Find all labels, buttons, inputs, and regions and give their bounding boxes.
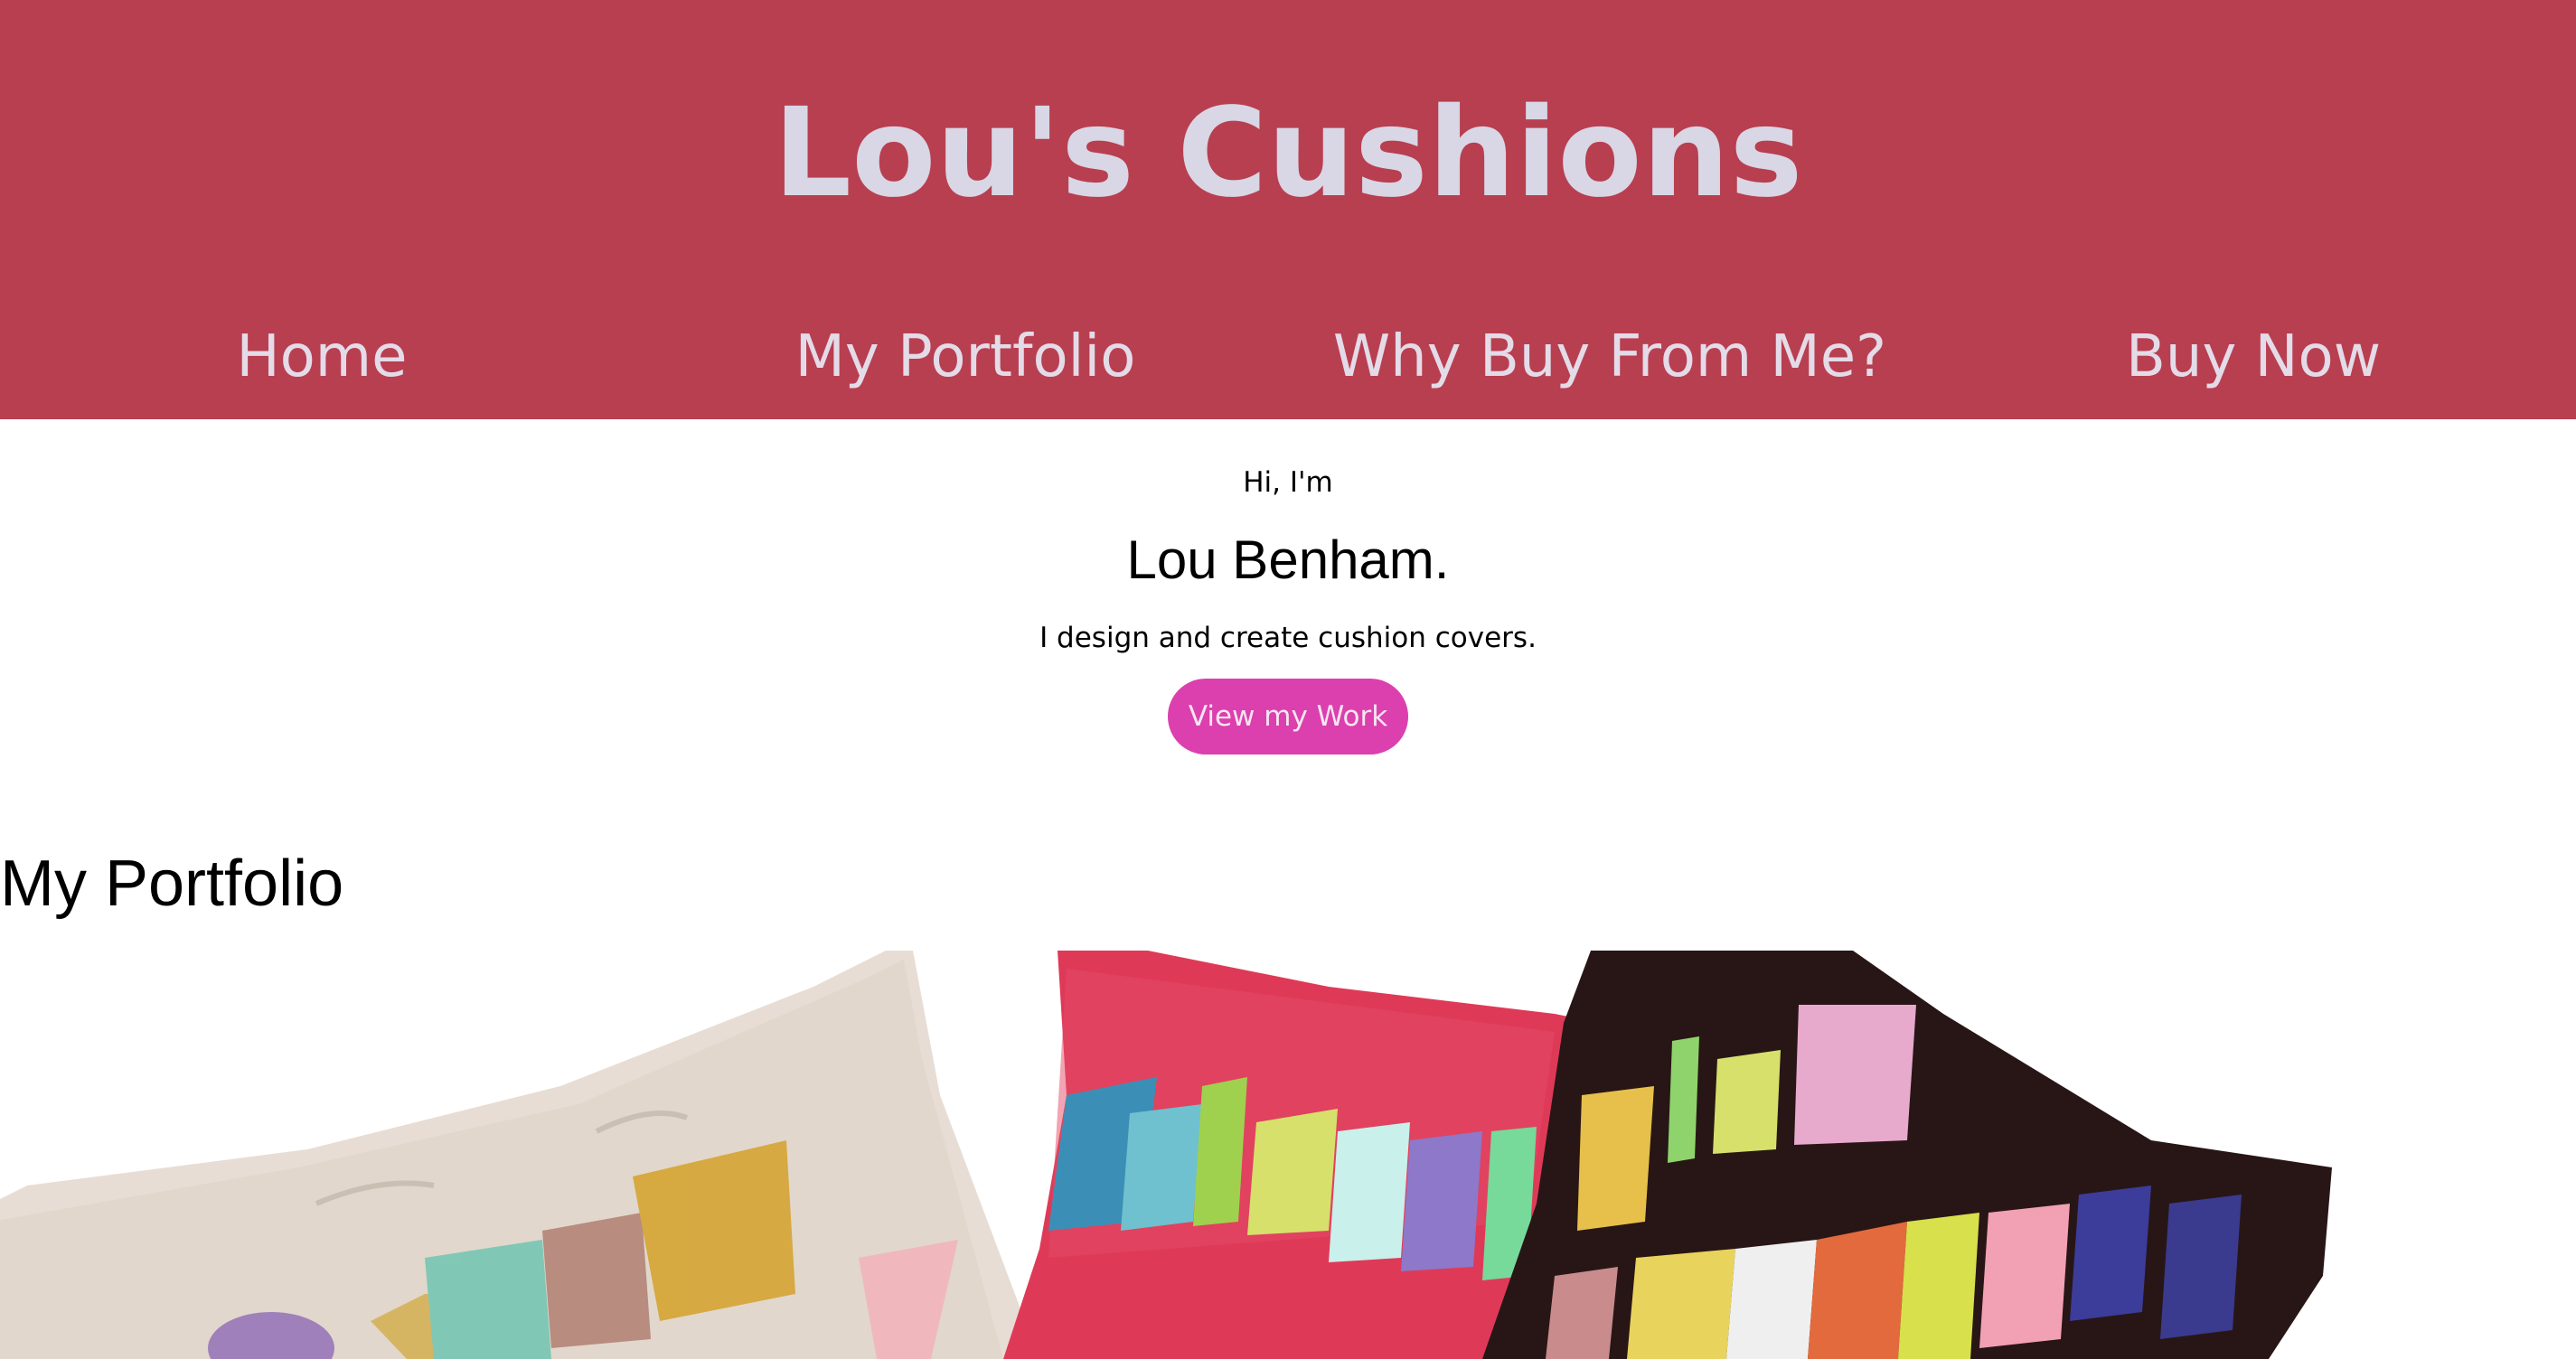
nav-item-home[interactable]: Home: [0, 312, 644, 402]
hero-tagline: I design and create cushion covers.: [1039, 622, 1537, 654]
nav-item-why-buy-from-me[interactable]: Why Buy From Me?: [1288, 312, 1932, 402]
site-header: Lou's Cushions Home My Portfolio Why Buy…: [0, 0, 2576, 419]
main-nav: Home My Portfolio Why Buy From Me? Buy N…: [0, 312, 2576, 402]
cushions-photo: [0, 951, 2576, 1359]
site-title: Lou's Cushions: [773, 82, 1803, 225]
nav-item-buy-now[interactable]: Buy Now: [1932, 312, 2575, 402]
hero-greeting: Hi, I'm: [1243, 466, 1333, 499]
nav-item-my-portfolio[interactable]: My Portfolio: [644, 312, 1287, 402]
portfolio-title: My Portfolio: [0, 848, 344, 920]
view-my-work-button[interactable]: View my Work: [1168, 679, 1408, 754]
hero-name: Lou Benham.: [1126, 530, 1450, 590]
